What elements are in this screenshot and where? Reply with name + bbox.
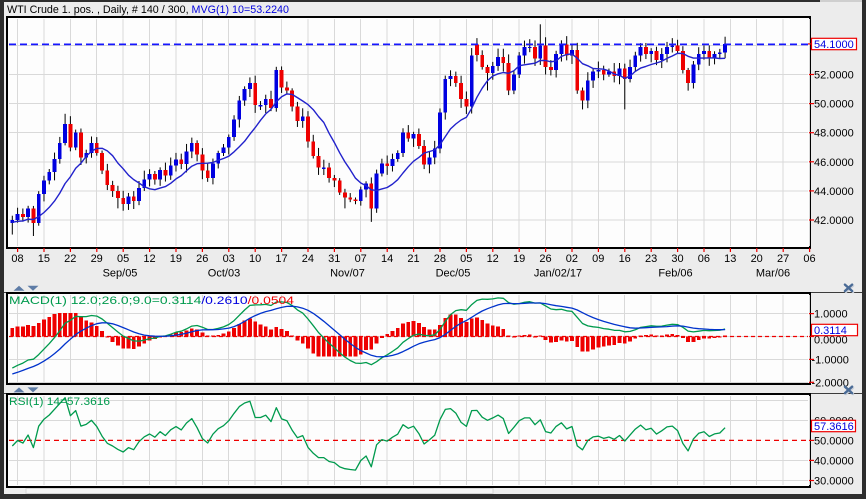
svg-text:26: 26 xyxy=(196,253,208,265)
svg-text:Mar/06: Mar/06 xyxy=(756,268,790,280)
svg-text:22: 22 xyxy=(64,253,76,265)
svg-text:29: 29 xyxy=(91,253,103,265)
svg-text:05: 05 xyxy=(460,253,472,265)
svg-text:30.0000: 30.0000 xyxy=(814,476,854,488)
svg-text:Jan/02/17: Jan/02/17 xyxy=(534,268,582,280)
svg-text:15: 15 xyxy=(38,253,50,265)
svg-text:Oct/03: Oct/03 xyxy=(208,268,240,280)
svg-text:54.1000: 54.1000 xyxy=(814,39,854,51)
svg-text:24: 24 xyxy=(302,253,314,265)
svg-text:26: 26 xyxy=(539,253,551,265)
svg-text:0.3114: 0.3114 xyxy=(814,325,847,337)
svg-text:50.0000: 50.0000 xyxy=(814,99,854,111)
svg-text:12: 12 xyxy=(143,253,155,265)
svg-text:13: 13 xyxy=(724,253,736,265)
svg-text:16: 16 xyxy=(619,253,631,265)
svg-text:-1.0000: -1.0000 xyxy=(812,354,849,366)
svg-text:Feb/06: Feb/06 xyxy=(658,268,692,280)
svg-text:1.0000: 1.0000 xyxy=(814,309,848,321)
svg-text:23: 23 xyxy=(645,253,657,265)
svg-text:27: 27 xyxy=(777,253,789,265)
svg-text:40.0000: 40.0000 xyxy=(814,455,854,467)
svg-text:44.0000: 44.0000 xyxy=(814,186,854,198)
svg-text:12: 12 xyxy=(487,253,499,265)
svg-text:WTI Crude 1. pos. , Daily, # 1: WTI Crude 1. pos. , Daily, # 140 / 300, … xyxy=(7,4,289,16)
svg-text:Dec/05: Dec/05 xyxy=(436,268,471,280)
svg-text:Nov/07: Nov/07 xyxy=(330,268,365,280)
svg-text:RSI(1) 14=57.3616: RSI(1) 14=57.3616 xyxy=(9,396,110,408)
svg-text:-2.0000: -2.0000 xyxy=(812,377,849,389)
svg-text:46.0000: 46.0000 xyxy=(814,157,854,169)
svg-text:19: 19 xyxy=(170,253,182,265)
svg-text:57.3616: 57.3616 xyxy=(814,421,854,433)
svg-text:28: 28 xyxy=(434,253,446,265)
svg-text:10: 10 xyxy=(249,253,261,265)
svg-text:52.0000: 52.0000 xyxy=(814,70,854,82)
svg-text:02: 02 xyxy=(566,253,578,265)
svg-text:20: 20 xyxy=(751,253,763,265)
svg-text:06: 06 xyxy=(698,253,710,265)
svg-text:09: 09 xyxy=(592,253,604,265)
svg-text:03: 03 xyxy=(223,253,235,265)
svg-text:30: 30 xyxy=(671,253,683,265)
svg-text:Sep/05: Sep/05 xyxy=(103,268,138,280)
svg-text:MACD(1) 12.0;26.0;9.0=0.3114/0: MACD(1) 12.0;26.0;9.0=0.3114/0.2610/0.05… xyxy=(9,295,294,307)
svg-text:48.0000: 48.0000 xyxy=(814,128,854,140)
svg-text:21: 21 xyxy=(407,253,419,265)
svg-text:05: 05 xyxy=(117,253,129,265)
svg-text:08: 08 xyxy=(11,253,23,265)
svg-text:14: 14 xyxy=(381,253,393,265)
svg-text:19: 19 xyxy=(513,253,525,265)
svg-text:06: 06 xyxy=(803,253,815,265)
svg-text:31: 31 xyxy=(328,253,340,265)
svg-text:07: 07 xyxy=(355,253,367,265)
svg-text:17: 17 xyxy=(275,253,287,265)
svg-text:42.0000: 42.0000 xyxy=(814,215,854,227)
svg-text:50.0000: 50.0000 xyxy=(814,435,854,447)
